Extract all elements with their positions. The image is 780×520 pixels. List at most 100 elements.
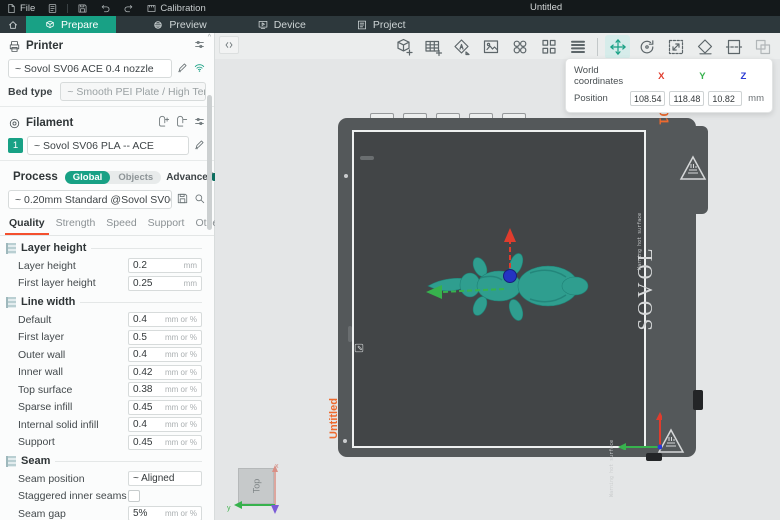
plate-clip <box>693 390 703 410</box>
3d-viewport[interactable]: World coordinates X Y Z Position 108.54 … <box>215 33 780 520</box>
move-button[interactable] <box>605 35 630 59</box>
filament-edit-button[interactable] <box>193 138 206 154</box>
param-label: Default <box>18 313 52 326</box>
group-header-layer-height[interactable]: Layer height <box>6 242 202 254</box>
default-input[interactable]: 0.4 mm or % <box>128 312 202 328</box>
scale-button[interactable] <box>663 35 688 59</box>
process-preset-select[interactable]: ~ 0.20mm Standard @Sovol SV06 ACE <box>8 190 172 209</box>
internal-solid-infill-input[interactable]: 0.4 mm or % <box>128 417 202 433</box>
param-label: Seam gap <box>18 507 66 520</box>
tab-prepare[interactable]: Prepare <box>26 16 117 33</box>
group-icon <box>6 455 16 467</box>
param-row-staggered-inner-seams: Staggered inner seams <box>6 488 202 506</box>
printer-connection-button[interactable] <box>193 61 206 77</box>
add-object-button[interactable] <box>391 35 416 59</box>
support-input[interactable]: 0.45 mm or % <box>128 434 202 450</box>
sparse-infill-input[interactable]: 0.45 mm or % <box>128 399 202 415</box>
param-unit: mm or % <box>165 315 197 325</box>
add-plate-button[interactable] <box>420 35 445 59</box>
board-button[interactable] <box>41 0 64 16</box>
process-search-button[interactable] <box>193 192 206 208</box>
tab-project[interactable]: Project <box>342 16 420 33</box>
home-button[interactable] <box>0 16 26 33</box>
split-to-objects-button[interactable] <box>507 35 532 59</box>
process-mode-global[interactable]: Global <box>64 170 111 184</box>
split-to-parts-icon <box>541 39 556 54</box>
file-menu[interactable]: File <box>0 0 41 16</box>
rotate-button[interactable] <box>634 35 659 59</box>
variable-layer-height-button[interactable] <box>565 35 590 59</box>
param-label: Layer height <box>18 259 76 272</box>
auto-orient-button[interactable] <box>449 35 474 59</box>
plate-name-edit-icon[interactable] <box>352 343 370 354</box>
sidebar-collapse-button[interactable] <box>219 36 239 54</box>
group-header-line-width[interactable]: Line width <box>6 296 202 308</box>
mesh-boolean-icon <box>755 39 770 55</box>
position-x-input[interactable]: 108.54 <box>629 91 666 106</box>
first-layer-height-input[interactable]: 0.25 mm <box>128 275 202 291</box>
param-tab-speed[interactable]: Speed <box>102 215 140 235</box>
cut-button[interactable] <box>721 35 746 59</box>
tab-preview[interactable]: Preview <box>138 16 220 33</box>
param-row-seam-gap: Seam gap 5% mm or % <box>6 505 202 520</box>
edit-icon <box>178 63 187 72</box>
param-unit: mm or % <box>165 367 197 377</box>
printer-section-title: Printer <box>26 40 64 52</box>
seam-gap-input[interactable]: 5% mm or % <box>128 506 202 520</box>
world-coordinates-panel: World coordinates X Y Z Position 108.54 … <box>565 58 773 113</box>
filament-settings-button[interactable] <box>193 115 206 131</box>
outer-wall-input[interactable]: 0.4 mm or % <box>128 347 202 363</box>
model-3d[interactable] <box>420 226 620 338</box>
save-button[interactable] <box>71 0 94 16</box>
seam-position-select[interactable]: ~ Aligned <box>128 471 202 487</box>
param-row-support: Support 0.45 mm or % <box>6 434 202 452</box>
param-value: 0.45 <box>133 436 153 448</box>
undo-button[interactable] <box>94 0 117 16</box>
staggered-inner-seams-checkbox[interactable] <box>128 490 140 503</box>
param-tab-quality[interactable]: Quality <box>5 215 49 235</box>
arrange-button[interactable] <box>478 35 503 59</box>
first-layer-input[interactable]: 0.5 mm or % <box>128 329 202 345</box>
tab-device[interactable]: Device <box>243 16 320 33</box>
lay-flat-button[interactable] <box>692 35 717 59</box>
inner-wall-input[interactable]: 0.42 mm or % <box>128 364 202 380</box>
search-icon <box>195 194 205 203</box>
scroll-up-icon[interactable]: ^ <box>208 34 211 41</box>
navigation-cube[interactable]: Top x y <box>225 461 289 519</box>
navcube-x-label: x <box>275 463 279 470</box>
layer-height-input[interactable]: 0.2 mm <box>128 258 202 274</box>
param-unit: mm or % <box>165 332 197 342</box>
add-filament-button[interactable] <box>157 115 170 131</box>
sidebar-scrollbar[interactable]: ^ <box>207 33 212 520</box>
tab-label: Device <box>273 18 306 31</box>
position-y-input[interactable]: 118.48 <box>669 91 705 106</box>
calibration-icon <box>147 4 156 12</box>
process-save-button[interactable] <box>176 192 189 208</box>
position-z-input[interactable]: 10.82 <box>708 91 743 106</box>
param-tab-strength[interactable]: Strength <box>52 215 100 235</box>
group-header-seam[interactable]: Seam <box>6 455 202 467</box>
tab-label: Preview <box>169 18 207 31</box>
param-tab-support[interactable]: Support <box>144 215 189 235</box>
mesh-boolean-button[interactable] <box>750 35 775 59</box>
split-to-parts-button[interactable] <box>536 35 561 59</box>
param-label: First layer height <box>18 277 96 290</box>
calibration-menu[interactable]: Calibration <box>140 0 211 16</box>
printer-preset-select[interactable]: ~ Sovol SV06 ACE 0.4 nozzle <box>8 59 172 78</box>
axis-y-label: Y <box>699 70 706 82</box>
redo-button[interactable] <box>117 0 140 16</box>
gizmo-z-handle <box>503 269 517 283</box>
bed-type-select[interactable]: ~ Smooth PEI Plate / High Temp Plate <box>60 82 206 101</box>
scale-icon <box>668 39 683 55</box>
remove-filament-button[interactable] <box>175 115 188 131</box>
top-surface-input[interactable]: 0.38 mm or % <box>128 382 202 398</box>
scrollbar-thumb[interactable] <box>207 95 212 230</box>
printer-settings-button[interactable] <box>193 38 206 54</box>
printer-edit-button[interactable] <box>176 61 189 77</box>
plate-name[interactable]: Untitled <box>328 398 340 439</box>
param-value: 0.4 <box>133 314 147 326</box>
filament-preset-select[interactable]: ~ Sovol SV06 PLA -- ACE <box>27 136 189 155</box>
param-unit: mm or % <box>165 420 197 430</box>
filament-slot-badge[interactable]: 1 <box>8 138 23 153</box>
process-mode-objects[interactable]: Objects <box>110 171 161 184</box>
